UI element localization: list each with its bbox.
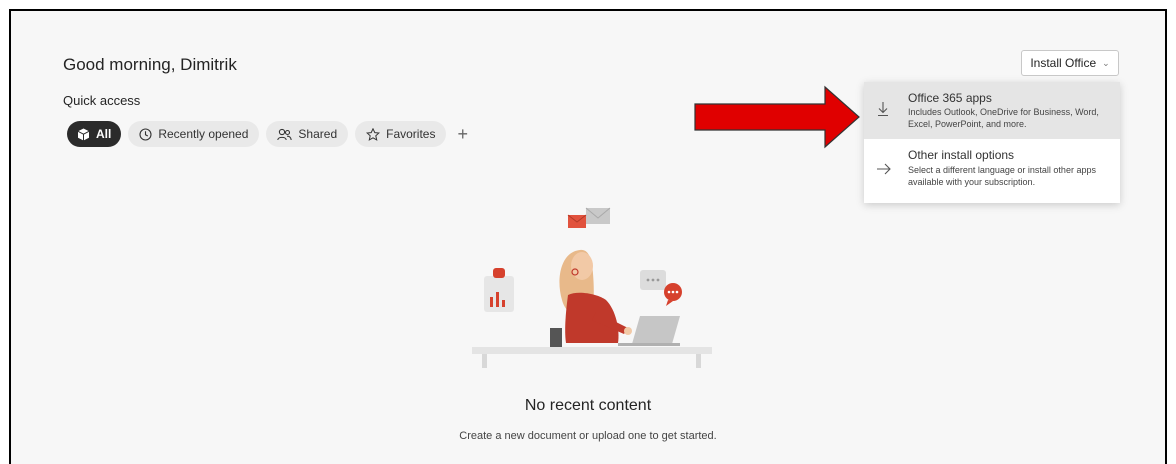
- empty-state-title: No recent content: [524, 397, 652, 414]
- filter-favorites[interactable]: Favorites: [355, 121, 447, 147]
- filter-all[interactable]: All: [67, 121, 122, 147]
- chevron-down-icon: ⌄: [1102, 57, 1110, 68]
- quick-access-heading: Quick access: [63, 93, 141, 108]
- menu-item-title: Other install options: [908, 148, 1015, 162]
- clock-icon: [139, 127, 152, 141]
- add-filter-button[interactable]: +: [457, 121, 468, 147]
- annotation-arrow: [694, 85, 860, 149]
- menu-item-description: Select a different language or install o…: [908, 165, 1096, 187]
- filter-recently-opened-label: Recently opened: [158, 127, 249, 141]
- menu-item-description: Includes Outlook, OneDrive for Business,…: [908, 107, 1099, 129]
- menu-item-title: Office 365 apps: [908, 91, 992, 105]
- box-icon: [77, 128, 90, 141]
- envelope-icon: [567, 207, 611, 228]
- desk: [472, 347, 712, 368]
- filter-shared-label: Shared: [298, 127, 338, 141]
- filter-recently-opened[interactable]: Recently opened: [128, 121, 260, 147]
- install-dropdown-menu: Office 365 apps Includes Outlook, OneDri…: [864, 82, 1120, 203]
- download-icon: [876, 101, 890, 121]
- filter-shared[interactable]: Shared: [266, 121, 349, 147]
- filter-chips: All Recently opened Shared Favorites +: [67, 121, 468, 147]
- filter-favorites-label: Favorites: [386, 127, 436, 141]
- report-icon: [484, 268, 514, 312]
- empty-state-illustration: [472, 207, 712, 368]
- people-icon: [277, 128, 293, 141]
- install-office-label: Install Office: [1030, 56, 1097, 70]
- star-icon: [366, 127, 381, 141]
- filter-all-label: All: [96, 127, 112, 141]
- menu-item-office-365-apps[interactable]: Office 365 apps Includes Outlook, OneDri…: [864, 82, 1120, 139]
- person-illustration: [550, 249, 632, 352]
- empty-state-subtitle: Create a new document or upload one to g…: [459, 430, 717, 442]
- menu-item-other-install-options[interactable]: Other install options Select a different…: [864, 142, 1120, 200]
- arrow-right-icon: [876, 162, 892, 180]
- page-greeting: Good morning, Dimitrik: [63, 55, 237, 74]
- install-office-button[interactable]: Install Office ⌄: [1021, 50, 1119, 76]
- chat-bubble-icon: [640, 270, 682, 306]
